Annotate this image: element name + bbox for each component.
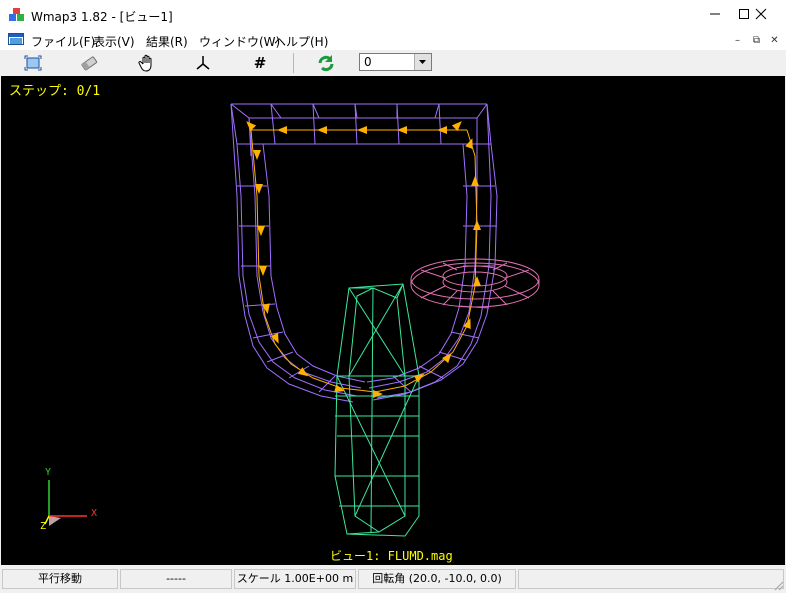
document-icon[interactable] bbox=[8, 33, 24, 46]
status-bar: 平行移動 ----- スケール 1.00E+00 m 回転角 (20.0, -1… bbox=[0, 566, 786, 593]
fit-view-icon bbox=[24, 55, 42, 71]
app-icon bbox=[9, 8, 24, 21]
menu-help[interactable]: ヘルプ(H) bbox=[274, 33, 328, 50]
step-select-dropdown-button[interactable] bbox=[414, 54, 431, 70]
status-mode: 平行移動 bbox=[2, 569, 118, 589]
status-scale: スケール 1.00E+00 m bbox=[234, 569, 356, 589]
axes-icon bbox=[196, 56, 210, 70]
refresh-button[interactable] bbox=[313, 52, 339, 74]
chevron-down-icon bbox=[419, 60, 426, 64]
status-blank: ----- bbox=[120, 569, 232, 589]
menu-window[interactable]: ウィンドウ(W) bbox=[199, 33, 280, 50]
view-label: ビュー1: FLUMD.mag bbox=[330, 549, 453, 563]
window-title: Wmap3 1.82 - [ビュー1] bbox=[31, 10, 173, 24]
menu-bar: ファイル(F) 表示(V) 結果(R) ウィンドウ(W) ヘルプ(H) – ⧉ … bbox=[0, 31, 786, 50]
eraser-icon bbox=[81, 56, 98, 71]
close-icon bbox=[755, 8, 767, 20]
maximize-button[interactable] bbox=[692, 0, 749, 31]
flow-arrows bbox=[243, 118, 481, 398]
toolbar: # 0 bbox=[0, 50, 786, 75]
step-select-value: 0 bbox=[364, 55, 372, 69]
step-label: ステップ: 0/1 bbox=[9, 84, 101, 99]
fit-view-button[interactable] bbox=[20, 52, 46, 74]
pan-hand-icon bbox=[138, 54, 152, 72]
status-empty bbox=[518, 569, 784, 589]
axes-button[interactable] bbox=[190, 52, 216, 74]
eraser-button[interactable] bbox=[76, 52, 102, 74]
resize-grip-icon[interactable] bbox=[772, 579, 784, 591]
core-wireframe bbox=[334, 283, 420, 537]
flow-path bbox=[250, 129, 478, 393]
refresh-arrow-icon bbox=[318, 55, 334, 72]
grid-icon: # bbox=[253, 54, 267, 72]
toolbar-separator bbox=[293, 53, 294, 73]
mdi-close-button[interactable]: ✕ bbox=[767, 33, 782, 48]
title-bar: Wmap3 1.82 - [ビュー1] — bbox=[0, 0, 786, 31]
grid-button[interactable]: # bbox=[247, 52, 273, 74]
status-rotation: 回転角 (20.0, -10.0, 0.0) bbox=[358, 569, 516, 589]
duct-wireframe bbox=[230, 103, 498, 403]
close-button[interactable] bbox=[738, 0, 784, 31]
menu-file[interactable]: ファイル(F) bbox=[31, 33, 95, 50]
mdi-restore-button[interactable]: ⧉ bbox=[749, 33, 764, 48]
wireframe-model bbox=[44, 103, 540, 537]
menu-results[interactable]: 結果(R) bbox=[146, 33, 188, 50]
step-select[interactable]: 0 bbox=[359, 53, 432, 71]
pan-button[interactable] bbox=[134, 52, 160, 74]
menu-view[interactable]: 表示(V) bbox=[93, 33, 135, 50]
mdi-minimize-button[interactable]: – bbox=[730, 33, 745, 48]
axis-triad bbox=[44, 480, 87, 526]
axis-z-label: Z bbox=[40, 521, 47, 532]
axis-x-label: X bbox=[91, 508, 98, 519]
3d-viewport[interactable]: Y X Z ステップ: 0/1 ビュー1: FLUMD.mag bbox=[1, 76, 785, 565]
axis-y-label: Y bbox=[45, 467, 52, 478]
